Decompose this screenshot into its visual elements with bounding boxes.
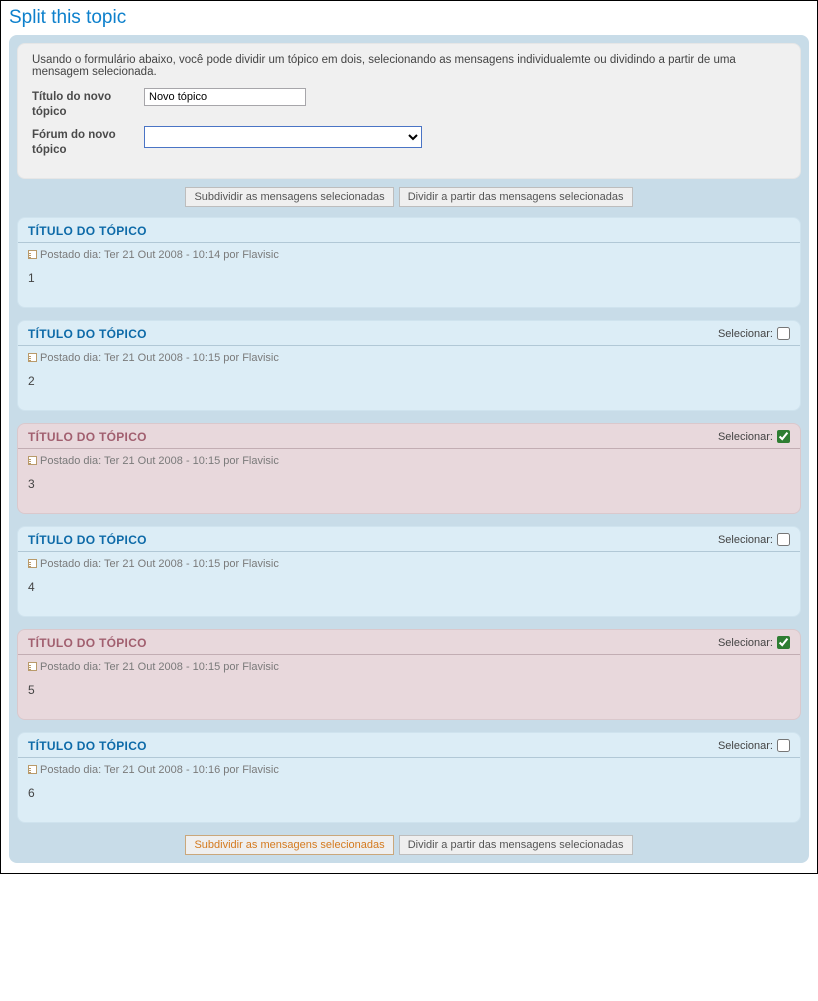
post-header: TÍTULO DO TÓPICO Selecionar:	[18, 321, 800, 346]
post-icon	[28, 250, 37, 259]
select-checkbox[interactable]	[777, 327, 790, 340]
select-label: Selecionar:	[718, 328, 773, 340]
post-meta: Postado dia: Ter 21 Out 2008 - 10:15 por…	[18, 552, 800, 572]
post-icon	[28, 765, 37, 774]
post-item: TÍTULO DO TÓPICO Postado dia: Ter 21 Out …	[17, 217, 801, 308]
post-meta: Postado dia: Ter 21 Out 2008 - 10:16 por…	[18, 758, 800, 778]
post-header: TÍTULO DO TÓPICO Selecionar:	[18, 424, 800, 449]
post-meta: Postado dia: Ter 21 Out 2008 - 10:15 por…	[18, 655, 800, 675]
post-icon	[28, 662, 37, 671]
post-header: TÍTULO DO TÓPICO Selecionar:	[18, 527, 800, 552]
label-new-topic-forum: Fórum do novo tópico	[32, 126, 144, 158]
button-row-top: Subdividir as mensagens selecionadas Div…	[17, 187, 801, 207]
post-header: TÍTULO DO TÓPICO Selecionar:	[18, 630, 800, 655]
post-item: TÍTULO DO TÓPICO Selecionar: Postado dia: …	[17, 423, 801, 514]
main-panel: Usando o formulário abaixo, você pode di…	[9, 35, 809, 863]
post-body: 5	[18, 675, 800, 719]
post-body: 1	[18, 263, 800, 307]
select-control[interactable]: Selecionar:	[718, 327, 790, 340]
post-body: 6	[18, 778, 800, 822]
label-new-topic-title: Título do novo tópico	[32, 88, 144, 120]
post-body: 4	[18, 572, 800, 616]
select-control[interactable]: Selecionar:	[718, 636, 790, 649]
post-meta-text: Postado dia: Ter 21 Out 2008 - 10:15 por…	[40, 661, 279, 673]
post-header: TÍTULO DO TÓPICO Selecionar:	[18, 733, 800, 758]
post-item: TÍTULO DO TÓPICO Selecionar: Postado dia: …	[17, 732, 801, 823]
post-meta: Postado dia: Ter 21 Out 2008 - 10:15 por…	[18, 346, 800, 366]
form-description: Usando o formulário abaixo, você pode di…	[32, 54, 786, 78]
select-checkbox[interactable]	[777, 430, 790, 443]
post-item: TÍTULO DO TÓPICO Selecionar: Postado dia: …	[17, 629, 801, 720]
form-panel: Usando o formulário abaixo, você pode di…	[17, 43, 801, 179]
post-icon	[28, 559, 37, 568]
select-label: Selecionar:	[718, 740, 773, 752]
select-label: Selecionar:	[718, 534, 773, 546]
post-body: 2	[18, 366, 800, 410]
page-wrapper: Split this topic Usando o formulário aba…	[0, 0, 818, 874]
posts-list: TÍTULO DO TÓPICO Postado dia: Ter 21 Out …	[17, 217, 801, 823]
select-control[interactable]: Selecionar:	[718, 739, 790, 752]
post-meta-text: Postado dia: Ter 21 Out 2008 - 10:14 por…	[40, 249, 279, 261]
post-body: 3	[18, 469, 800, 513]
post-title: TÍTULO DO TÓPICO	[28, 327, 147, 341]
post-meta-text: Postado dia: Ter 21 Out 2008 - 10:15 por…	[40, 558, 279, 570]
post-header: TÍTULO DO TÓPICO	[18, 218, 800, 243]
select-checkbox[interactable]	[777, 636, 790, 649]
select-checkbox[interactable]	[777, 533, 790, 546]
split-selected-button-bottom[interactable]: Subdividir as mensagens selecionadas	[185, 835, 393, 855]
post-title: TÍTULO DO TÓPICO	[28, 224, 147, 238]
select-checkbox[interactable]	[777, 739, 790, 752]
select-control[interactable]: Selecionar:	[718, 430, 790, 443]
page-title: Split this topic	[9, 7, 809, 29]
row-new-topic-title: Título do novo tópico	[32, 88, 786, 120]
post-title: TÍTULO DO TÓPICO	[28, 533, 147, 547]
select-control[interactable]: Selecionar:	[718, 533, 790, 546]
split-from-button-bottom[interactable]: Dividir a partir das mensagens seleciona…	[399, 835, 633, 855]
post-item: TÍTULO DO TÓPICO Selecionar: Postado dia: …	[17, 526, 801, 617]
post-icon	[28, 456, 37, 465]
input-new-topic-title[interactable]	[144, 88, 306, 106]
post-icon	[28, 353, 37, 362]
post-meta-text: Postado dia: Ter 21 Out 2008 - 10:15 por…	[40, 455, 279, 467]
split-selected-button-top[interactable]: Subdividir as mensagens selecionadas	[185, 187, 393, 207]
select-label: Selecionar:	[718, 637, 773, 649]
post-title: TÍTULO DO TÓPICO	[28, 430, 147, 444]
split-from-button-top[interactable]: Dividir a partir das mensagens seleciona…	[399, 187, 633, 207]
button-row-bottom: Subdividir as mensagens selecionadas Div…	[17, 835, 801, 855]
select-label: Selecionar:	[718, 431, 773, 443]
post-meta: Postado dia: Ter 21 Out 2008 - 10:14 por…	[18, 243, 800, 263]
post-meta-text: Postado dia: Ter 21 Out 2008 - 10:15 por…	[40, 352, 279, 364]
post-title: TÍTULO DO TÓPICO	[28, 636, 147, 650]
post-meta-text: Postado dia: Ter 21 Out 2008 - 10:16 por…	[40, 764, 279, 776]
row-new-topic-forum: Fórum do novo tópico	[32, 126, 786, 158]
select-new-topic-forum[interactable]	[144, 126, 422, 148]
post-meta: Postado dia: Ter 21 Out 2008 - 10:15 por…	[18, 449, 800, 469]
post-title: TÍTULO DO TÓPICO	[28, 739, 147, 753]
post-item: TÍTULO DO TÓPICO Selecionar: Postado dia: …	[17, 320, 801, 411]
